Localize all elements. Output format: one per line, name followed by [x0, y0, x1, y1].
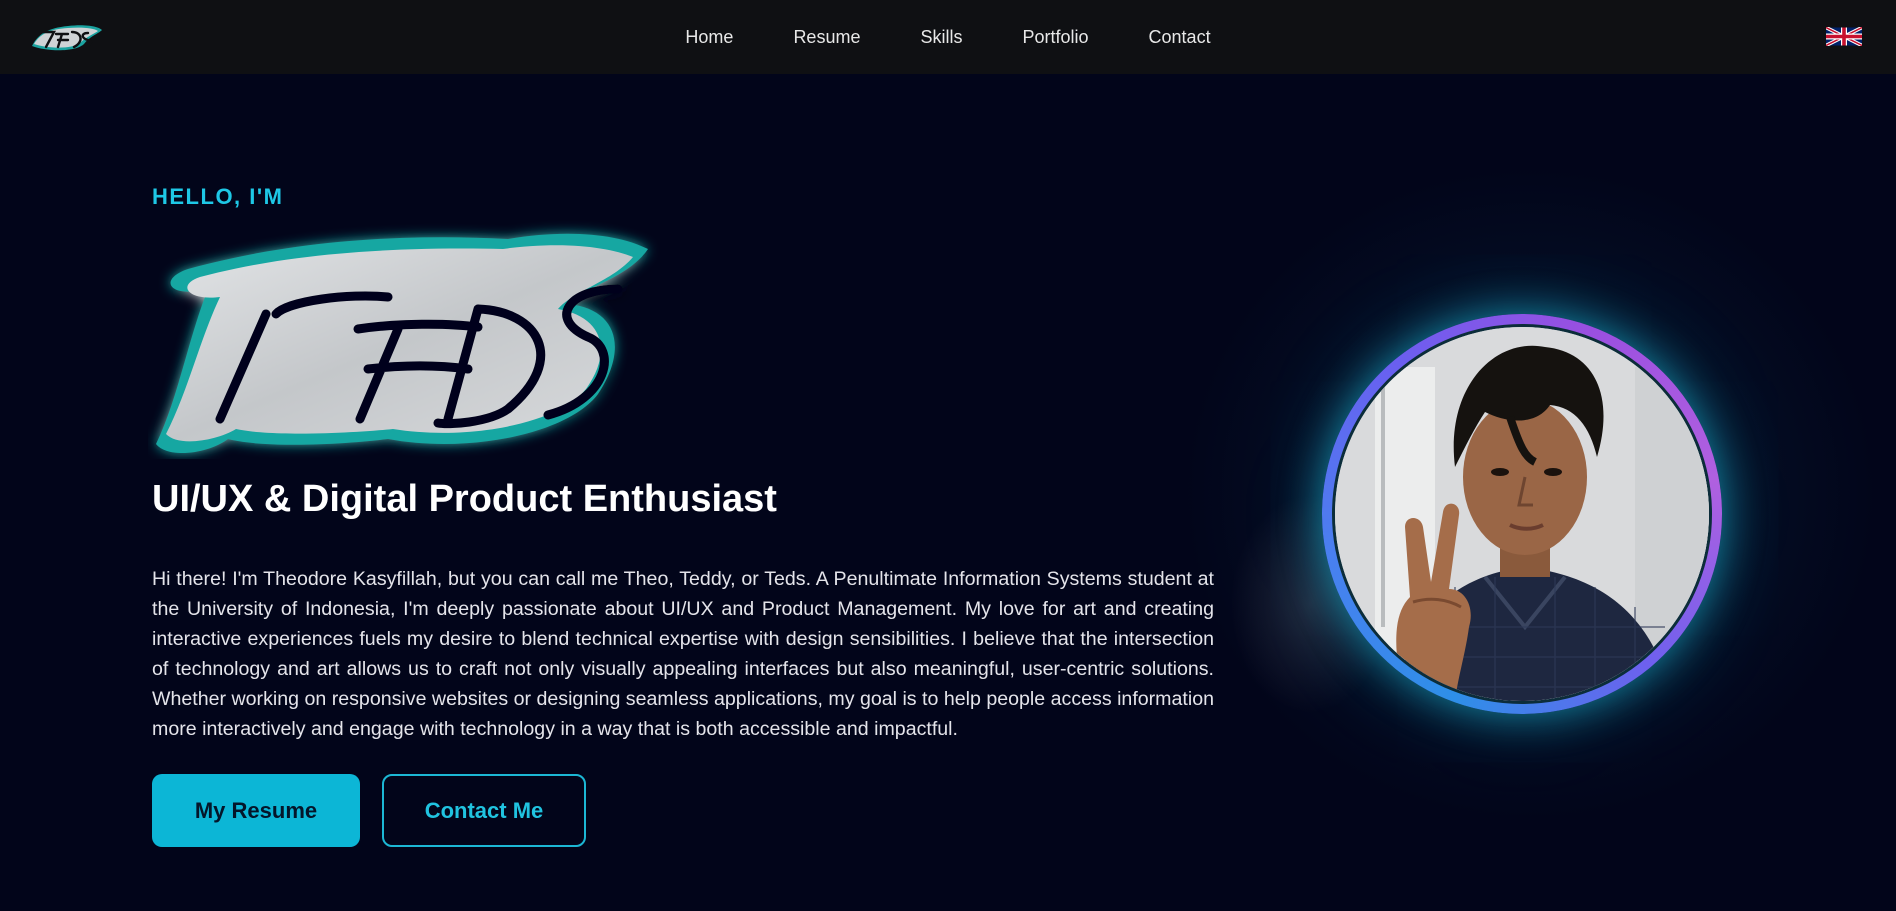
nav-link-portfolio[interactable]: Portfolio [992, 27, 1118, 48]
my-resume-button[interactable]: My Resume [152, 774, 360, 847]
profile-photo-illustration [1335, 327, 1709, 701]
nav-link-resume[interactable]: Resume [763, 27, 890, 48]
teds-hero-logo [156, 233, 648, 454]
nav-link-skills[interactable]: Skills [890, 27, 992, 48]
nav-links: Home Resume Skills Portfolio Contact [0, 0, 1896, 74]
contact-me-button[interactable]: Contact Me [382, 774, 586, 847]
greeting-text: HELLO, I'M [152, 184, 284, 209]
nav-link-home[interactable]: Home [655, 27, 763, 48]
profile-photo [1332, 324, 1712, 704]
navbar: Home Resume Skills Portfolio Contact [0, 0, 1896, 74]
hero-section: HELLO, I'M UI/UX & Digital Product Enthu… [0, 74, 1896, 911]
uk-flag-icon[interactable] [1826, 27, 1862, 46]
tagline-heading: UI/UX & Digital Product Enthusiast [152, 478, 777, 520]
bio-paragraph: Hi there! I'm Theodore Kasyfillah, but y… [152, 568, 1214, 740]
nav-link-contact[interactable]: Contact [1119, 27, 1241, 48]
